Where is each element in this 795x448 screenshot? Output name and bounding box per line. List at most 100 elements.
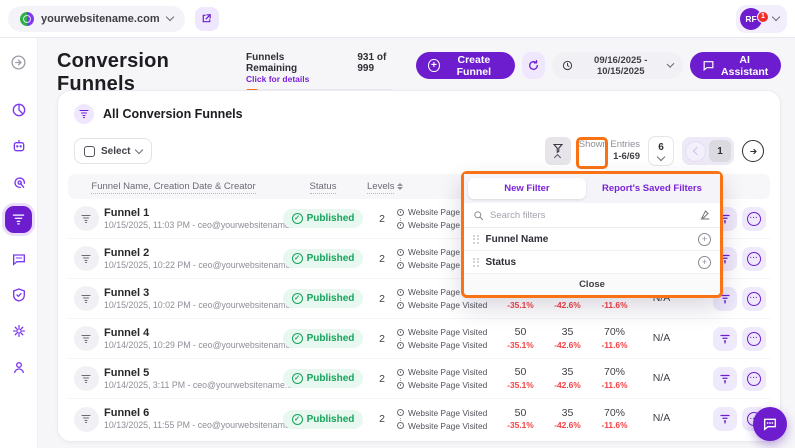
sidebar-item-bot[interactable] — [7, 134, 31, 158]
drag-handle-icon[interactable] — [473, 235, 479, 244]
ai-assistant-button[interactable]: AI Assistant — [690, 52, 781, 79]
search-icon — [473, 210, 484, 221]
sidebar-item-security[interactable] — [7, 283, 31, 307]
column-header-status[interactable]: Status — [279, 181, 367, 192]
status-badge: ✓Published — [283, 209, 364, 228]
funnel-meta: 10/15/2025, 10:02 PM - ceo@yourwebsitena… — [104, 300, 279, 311]
sidebar-item-dashboard[interactable] — [7, 98, 31, 122]
website-domain: yourwebsitename.com — [41, 13, 160, 25]
row-more-button[interactable]: ··· — [742, 247, 766, 271]
levels-count: 2 — [367, 373, 397, 385]
clock-icon — [562, 60, 573, 71]
view-funnel-button[interactable] — [713, 327, 737, 351]
view-funnel-button[interactable] — [713, 367, 737, 391]
funnels-remaining-link[interactable]: Click for details — [246, 74, 323, 84]
sidebar-item-conversion-funnels[interactable] — [5, 206, 32, 233]
sidebar-item-settings[interactable] — [7, 319, 31, 343]
topbar: yourwebsitename.com RF 1 — [0, 0, 795, 38]
sidebar — [0, 38, 38, 448]
add-filter-icon[interactable]: + — [698, 256, 711, 269]
website-selector[interactable]: yourwebsitename.com — [8, 6, 185, 32]
page-visited-icon — [397, 289, 404, 296]
funnel-name[interactable]: Funnel 6 — [104, 406, 279, 420]
plus-icon: + — [428, 59, 439, 72]
view-funnel-button[interactable] — [713, 407, 737, 431]
tab-new-filter[interactable]: New Filter — [468, 178, 586, 199]
metric-converted: 35-42.6% — [544, 326, 591, 351]
row-more-button[interactable]: ··· — [742, 287, 766, 311]
drag-handle-icon[interactable] — [473, 258, 479, 267]
funnel-name[interactable]: Funnel 1 — [104, 206, 279, 220]
site-logo-icon — [20, 12, 34, 26]
sidebar-item-heatmap[interactable] — [7, 170, 31, 194]
sidebar-item-support[interactable] — [7, 355, 31, 379]
column-header-levels[interactable]: Levels — [367, 181, 397, 192]
levels-count: 2 — [367, 293, 397, 305]
funnel-name[interactable]: Funnel 3 — [104, 286, 279, 300]
column-header-name[interactable]: Funnel Name, Creation Date & Creator — [68, 181, 279, 192]
filter-item-funnel-name[interactable]: Funnel Name + — [464, 228, 720, 251]
collapse-sidebar-icon[interactable] — [7, 50, 31, 74]
row-more-button[interactable]: ··· — [742, 327, 766, 351]
status-badge: ✓Published — [283, 410, 364, 429]
create-funnel-button[interactable]: + Create Funnel — [416, 52, 515, 79]
page-visited-icon — [397, 329, 404, 336]
filter-popup: New Filter Report's Saved Filters Funnel… — [461, 171, 723, 298]
funnel-meta: 10/15/2025, 11:03 PM - ceo@yourwebsitena… — [104, 220, 279, 231]
check-icon: ✓ — [292, 333, 303, 344]
check-icon: ✓ — [292, 414, 303, 425]
page-visited-icon — [397, 302, 404, 309]
funnel-icon — [74, 326, 99, 351]
user-menu[interactable]: RF 1 — [736, 5, 787, 33]
shown-entries: Shown Entries 1-6/69 — [579, 139, 640, 163]
select-all-checkbox[interactable] — [84, 146, 95, 157]
funnel-name[interactable]: Funnel 2 — [104, 246, 279, 260]
chevron-down-icon — [135, 145, 143, 153]
chat-icon — [762, 416, 778, 432]
sidebar-item-messages[interactable] — [7, 247, 31, 271]
funnel-icon — [74, 246, 99, 271]
levels-count: 2 — [367, 413, 397, 425]
row-more-button[interactable]: ··· — [742, 367, 766, 391]
open-website-button[interactable] — [195, 7, 219, 31]
sort-icon[interactable] — [397, 183, 403, 190]
status-badge: ✓Published — [283, 369, 364, 388]
close-filter-button[interactable]: Close — [464, 274, 720, 295]
levels-list: Website Page Visited Website Page Visite… — [397, 327, 497, 350]
funnels-remaining: Funnels Remaining Click for details 931 … — [246, 52, 400, 93]
funnel-meta: 10/14/2025, 3:11 PM - ceo@yourwebsitenam… — [104, 380, 279, 391]
funnels-remaining-label: Funnels Remaining — [246, 52, 323, 74]
page-visited-icon — [397, 342, 404, 349]
metric-entered: 50-35.1% — [497, 366, 544, 391]
date-range-picker[interactable]: 09/16/2025 - 10/15/2025 — [552, 52, 683, 79]
funnel-meta: 10/14/2025, 10:29 PM - ceo@yourwebsitena… — [104, 340, 279, 351]
metric-na: N/A — [638, 332, 685, 346]
chat-fab-button[interactable] — [753, 407, 787, 441]
add-filter-icon[interactable]: + — [698, 233, 711, 246]
chevron-down-icon — [657, 152, 665, 160]
filter-item-status[interactable]: Status + — [464, 251, 720, 274]
funnel-name[interactable]: Funnel 4 — [104, 326, 279, 340]
next-page-button[interactable] — [742, 140, 764, 162]
levels-count: 2 — [367, 333, 397, 345]
chevron-down-icon — [772, 13, 780, 21]
more-icon: ··· — [747, 292, 761, 306]
chevron-down-icon — [165, 13, 173, 21]
filter-icon — [552, 142, 564, 154]
funnel-name[interactable]: Funnel 5 — [104, 366, 279, 380]
page-size-select[interactable]: 6 — [648, 136, 674, 166]
select-dropdown[interactable]: Select — [74, 138, 152, 164]
avatar: RF 1 — [740, 8, 762, 30]
levels-list: Website Page Visited Website Page Visite… — [397, 367, 497, 390]
notification-badge: 1 — [757, 11, 769, 23]
filter-button[interactable] — [545, 137, 571, 165]
refresh-button[interactable] — [522, 52, 545, 79]
row-more-button[interactable]: ··· — [742, 207, 766, 231]
prev-page-button[interactable] — [685, 141, 706, 162]
funnel-icon — [74, 366, 99, 391]
metric-converted: 35-42.6% — [544, 407, 591, 432]
tab-saved-filters[interactable]: Report's Saved Filters — [588, 178, 716, 199]
search-filters-input[interactable] — [490, 210, 693, 221]
more-icon: ··· — [747, 372, 761, 386]
table-row: Funnel 5 10/14/2025, 3:11 PM - ceo@yourw… — [68, 359, 770, 399]
